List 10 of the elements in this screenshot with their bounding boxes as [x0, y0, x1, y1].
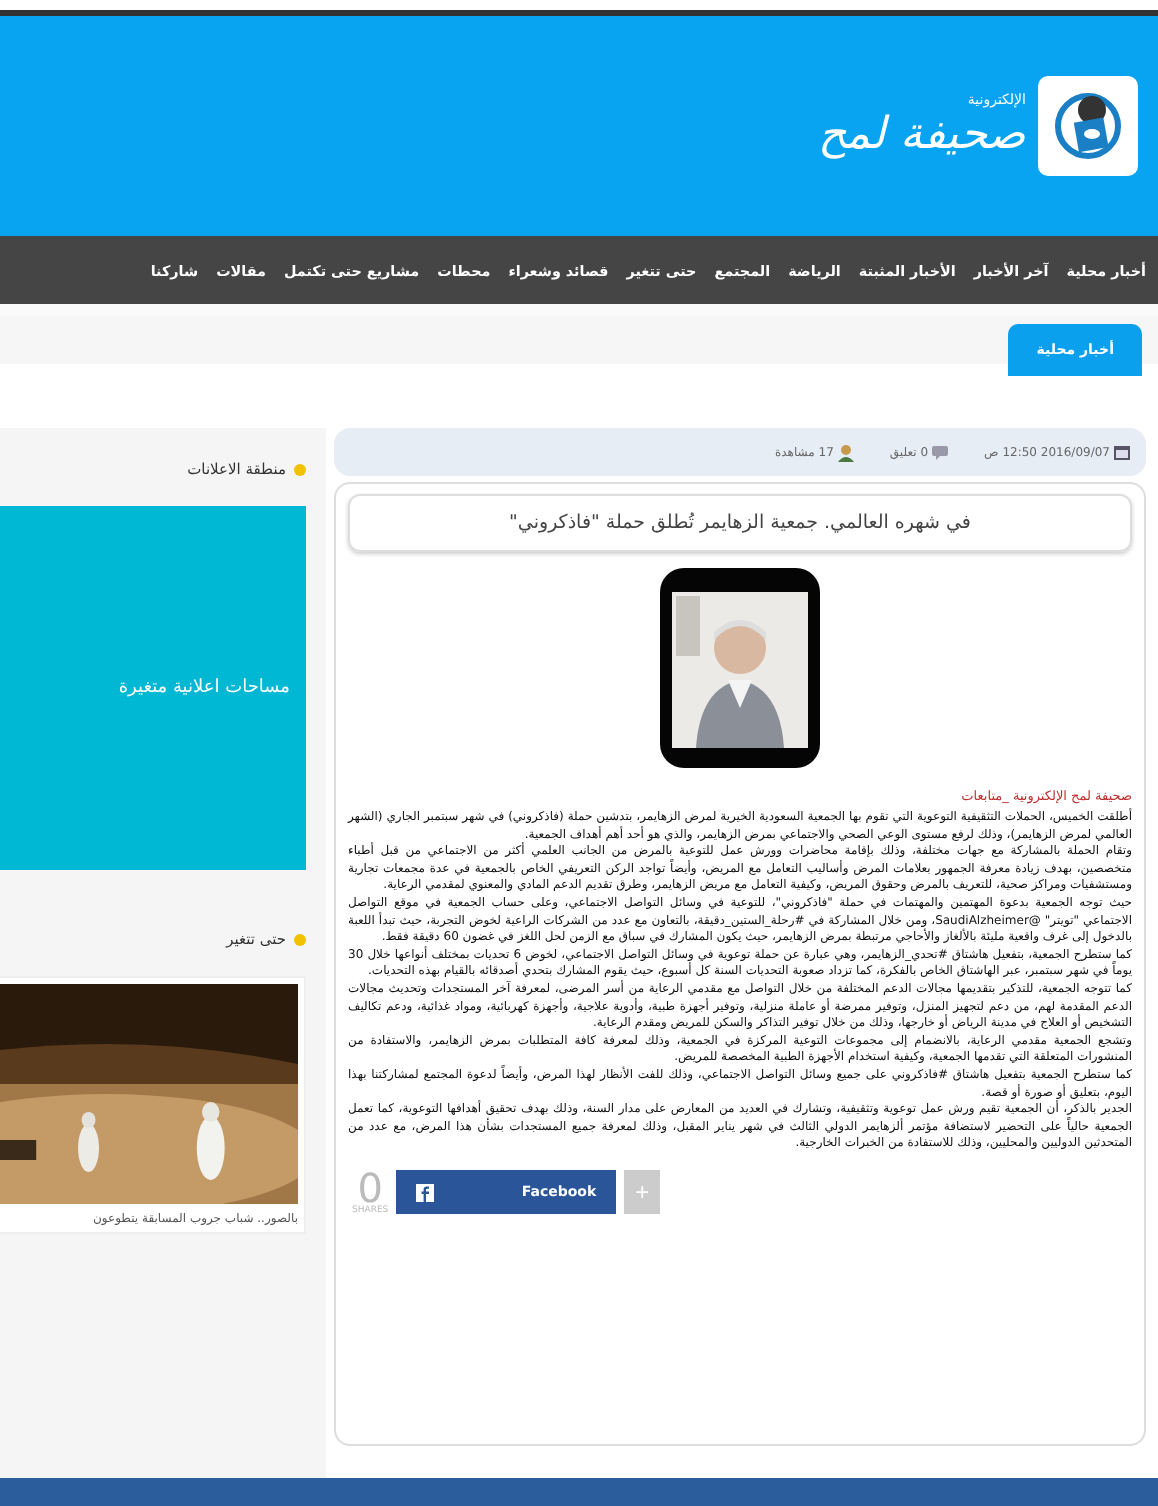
ad-text: مساحات اعلانية متغيرة: [118, 678, 290, 698]
bullet-icon: [294, 463, 306, 475]
facebook-icon: [416, 1183, 435, 1202]
comment-icon: [932, 445, 949, 459]
share-count: 0: [357, 1169, 383, 1206]
article-title: في شهره العالمي. جمعية الزهايمر تُطلق حملة "فاذكروني": [348, 494, 1132, 552]
calendar-icon: [1114, 444, 1130, 460]
bullet-icon: [294, 933, 306, 945]
user-icon: [837, 443, 854, 461]
globe-logo-icon[interactable]: [1038, 76, 1138, 176]
